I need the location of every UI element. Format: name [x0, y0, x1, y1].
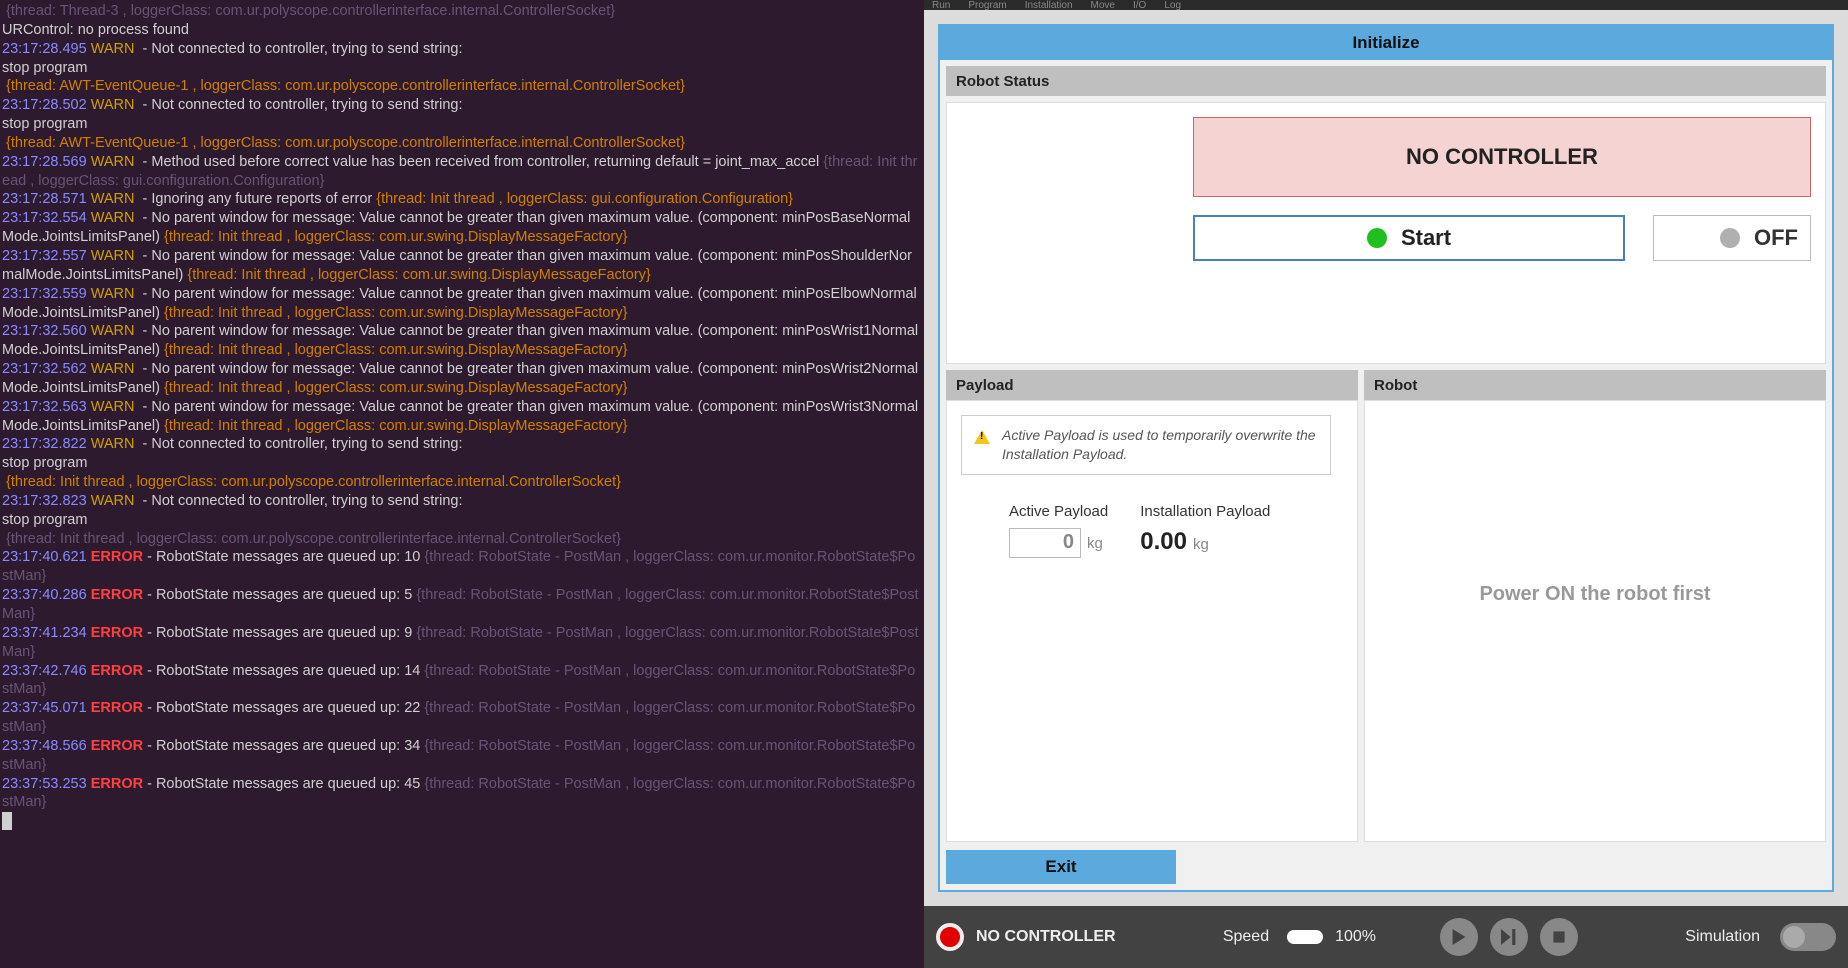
terminal-line: stop program [2, 511, 922, 530]
terminal-line: 23:17:40.621 ERROR - RobotState messages… [2, 548, 922, 586]
terminal-line: 23:37:53.253 ERROR - RobotState messages… [2, 775, 922, 813]
menu-item[interactable]: Move [1091, 0, 1115, 10]
stop-button[interactable] [1540, 918, 1578, 956]
terminal-line: 23:17:32.563 WARN - No parent window for… [2, 398, 922, 436]
terminal-output[interactable]: {thread: Thread-3 , loggerClass: com.ur.… [0, 0, 924, 968]
simulation-label: Simulation [1685, 928, 1760, 946]
status-dot-green-icon [1367, 228, 1387, 248]
terminal-line: 23:37:40.286 ERROR - RobotState messages… [2, 586, 922, 624]
terminal-line: {thread: Init thread , loggerClass: com.… [2, 473, 922, 492]
menu-item[interactable]: Run [932, 0, 950, 10]
terminal-line: {thread: AWT-EventQueue-1 , loggerClass:… [2, 77, 922, 96]
terminal-line: 23:17:28.495 WARN - Not connected to con… [2, 40, 922, 59]
terminal-line: 23:37:45.071 ERROR - RobotState messages… [2, 699, 922, 737]
speed-value: 100% [1335, 928, 1376, 946]
installation-payload-field: Installation Payload 0.00 kg [1140, 503, 1270, 558]
terminal-line: {thread: Init thread , loggerClass: com.… [2, 530, 922, 549]
start-button-label: Start [1401, 225, 1451, 251]
terminal-line: 23:17:28.502 WARN - Not connected to con… [2, 96, 922, 115]
menu-item[interactable]: Log [1164, 0, 1181, 10]
terminal-line: 23:17:32.822 WARN - Not connected to con… [2, 435, 922, 454]
terminal-line: 23:37:41.234 ERROR - RobotState messages… [2, 624, 922, 662]
menu-item[interactable]: I/O [1133, 0, 1146, 10]
initialize-panel: Initialize Robot Status NO CONTROLLER St… [938, 24, 1834, 892]
terminal-line: URControl: no process found [2, 21, 922, 40]
payload-hint-text: Active Payload is used to temporarily ov… [1002, 426, 1318, 464]
terminal-line: 23:17:32.559 WARN - No parent window for… [2, 285, 922, 323]
terminal-line: 23:17:32.823 WARN - Not connected to con… [2, 492, 922, 511]
active-payload-field: Active Payload kg [1009, 503, 1108, 558]
start-button[interactable]: Start [1193, 215, 1625, 261]
terminal-line: 23:17:32.562 WARN - No parent window for… [2, 360, 922, 398]
polyscope-window: Run Program Installation Move I/O Log Initial… [924, 0, 1848, 968]
installation-payload-value: 0.00 [1140, 528, 1187, 556]
terminal-line: stop program [2, 454, 922, 473]
controller-status-label: NO CONTROLLER [976, 928, 1116, 946]
payload-hint-box: Active Payload is used to temporarily ov… [961, 415, 1331, 475]
terminal-line: 23:17:32.554 WARN - No parent window for… [2, 209, 922, 247]
unit-label: kg [1193, 536, 1209, 553]
speed-label: Speed [1223, 928, 1269, 946]
record-indicator-icon [936, 923, 964, 951]
terminal-line: stop program [2, 115, 922, 134]
terminal-line: 23:17:32.557 WARN - No parent window for… [2, 247, 922, 285]
robot-power-message: Power ON the robot first [1379, 583, 1811, 606]
no-controller-banner: NO CONTROLLER [1193, 117, 1811, 197]
panel-title: Initialize [940, 26, 1832, 60]
step-button[interactable] [1490, 918, 1528, 956]
exit-button[interactable]: Exit [946, 850, 1176, 884]
robot-status-header: Robot Status [946, 66, 1826, 96]
terminal-line: 23:17:28.569 WARN - Method used before c… [2, 153, 922, 191]
robot-section: Robot Power ON the robot first [1364, 370, 1826, 842]
terminal-line: 23:37:48.566 ERROR - RobotState messages… [2, 737, 922, 775]
bottom-status-bar: NO CONTROLLER Speed 100% Simulation [924, 906, 1848, 968]
terminal-cursor-icon [2, 812, 12, 830]
robot-header: Robot [1364, 370, 1826, 400]
menu-item[interactable]: Program [968, 0, 1006, 10]
terminal-line: 23:17:32.560 WARN - No parent window for… [2, 322, 922, 360]
workspace-area: Initialize Robot Status NO CONTROLLER St… [924, 10, 1848, 906]
menu-item[interactable]: Installation [1025, 0, 1073, 10]
play-button[interactable] [1440, 918, 1478, 956]
payload-section: Payload Active Payload is used to tempor… [946, 370, 1358, 842]
terminal-line: {thread: Thread-3 , loggerClass: com.ur.… [2, 2, 922, 21]
terminal-line: 23:37:42.746 ERROR - RobotState messages… [2, 662, 922, 700]
simulation-toggle[interactable] [1780, 923, 1836, 951]
robot-status-area: NO CONTROLLER Start OFF [946, 102, 1826, 364]
installation-payload-label: Installation Payload [1140, 503, 1270, 520]
off-button[interactable]: OFF [1653, 215, 1811, 261]
unit-label: kg [1087, 535, 1103, 552]
payload-header: Payload [946, 370, 1358, 400]
speed-slider[interactable] [1287, 930, 1323, 944]
active-payload-label: Active Payload [1009, 503, 1108, 520]
warning-icon [974, 430, 990, 444]
terminal-line: stop program [2, 59, 922, 78]
terminal-line: {thread: AWT-EventQueue-1 , loggerClass:… [2, 134, 922, 153]
top-menu: Run Program Installation Move I/O Log [924, 0, 1848, 10]
active-payload-input[interactable] [1009, 528, 1081, 558]
status-dot-grey-icon [1720, 228, 1740, 248]
off-button-label: OFF [1754, 225, 1798, 251]
terminal-line: 23:17:28.571 WARN - Ignoring any future … [2, 190, 922, 209]
